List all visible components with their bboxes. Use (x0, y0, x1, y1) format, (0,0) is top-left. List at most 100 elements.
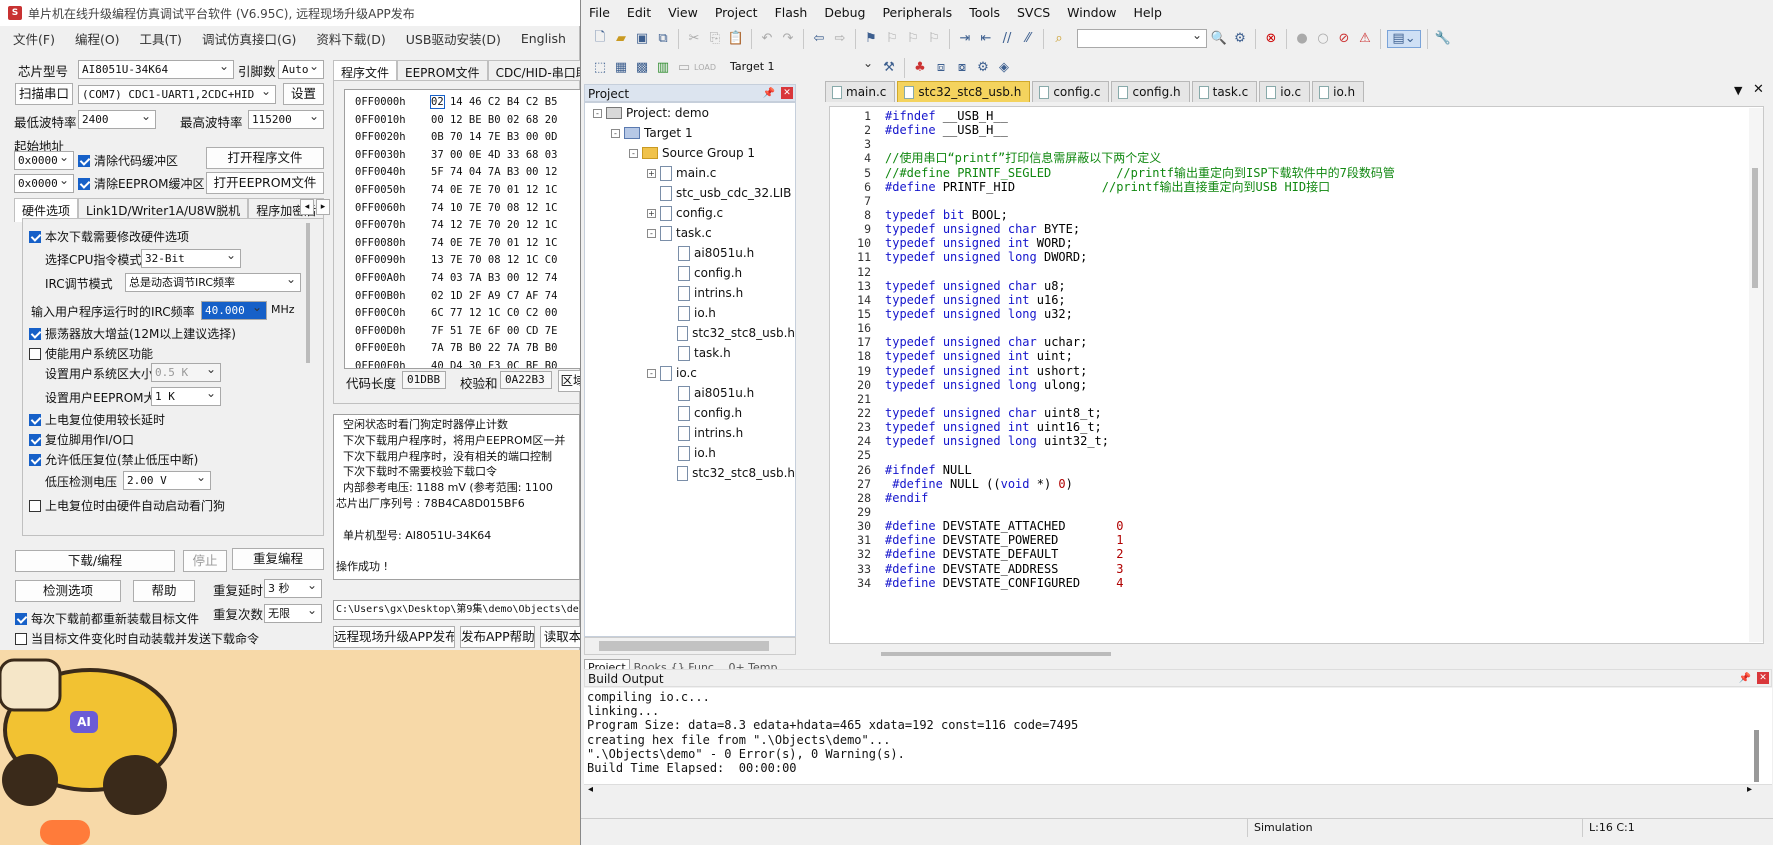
isp-menu-english[interactable]: English (508, 31, 573, 46)
scroll-right-icon[interactable]: ▸ (1747, 784, 1752, 795)
select-packs-icon[interactable]: ⧇ (953, 59, 971, 77)
editor-tab[interactable]: task.c (1191, 81, 1258, 102)
isp-menu-debug[interactable]: 调试仿真接口(G) (189, 29, 303, 48)
keil-menu-project[interactable]: Project (707, 5, 767, 20)
project-hscroll[interactable] (584, 637, 796, 655)
pin-icon[interactable]: 📌 (1739, 670, 1751, 688)
expand-icon[interactable]: + (647, 168, 656, 178)
stop-build-icon[interactable]: ▭ (675, 59, 693, 77)
eeprom-size-select[interactable]: 1 K (151, 387, 221, 406)
irc-mode-select[interactable]: 总是动态调节IRC频率 (125, 273, 301, 292)
collapse-icon[interactable]: - (647, 368, 656, 378)
isp-menu-tools[interactable]: 工具(T) (127, 29, 189, 48)
keil-menu-flash[interactable]: Flash (767, 5, 817, 20)
comment-icon[interactable]: // (998, 30, 1016, 48)
window-layout-icon[interactable]: ▤⌄ (1387, 29, 1421, 48)
isp-log-output[interactable]: 空闲状态时看门狗定时器停止计数 下次下载用户程序时，将用户EEPROM区一并 下… (333, 414, 580, 580)
disable-breakpoint-icon[interactable]: ○ (1314, 30, 1332, 48)
keil-menu-svcs[interactable]: SVCS (1009, 5, 1059, 20)
close-panel-icon[interactable]: ✕ (781, 87, 793, 99)
stop-button[interactable]: 停止 (183, 550, 227, 572)
configure-icon[interactable]: 🔧 (1434, 30, 1452, 48)
tree-node[interactable]: - Target 1 (585, 123, 795, 143)
repeat-count-select[interactable]: 无限 (264, 604, 322, 623)
tree-node[interactable]: intrins.h (585, 423, 795, 443)
uncomment-icon[interactable]: ⁄⁄ (1019, 30, 1037, 48)
max-baud-select[interactable]: 115200 (248, 110, 324, 129)
tree-node[interactable]: + main.c (585, 163, 795, 183)
collapse-icon[interactable]: - (611, 128, 620, 138)
find-icon[interactable]: 🔍 (1210, 30, 1228, 48)
tree-node[interactable]: stc32_stc8_usb.h (585, 463, 795, 483)
save-all-icon[interactable]: ⧉ (654, 30, 672, 48)
build-output-hscroll[interactable]: ◂ ▸ (584, 784, 1772, 798)
start-addr-input-2[interactable]: 0x0000 (14, 174, 74, 193)
long-reset-check[interactable]: 上电复位使用较长延时 (29, 411, 165, 428)
keil-menu-edit[interactable]: Edit (619, 5, 660, 20)
keil-menu-peripherals[interactable]: Peripherals (874, 5, 961, 20)
repeat-delay-select[interactable]: 3 秒 (264, 579, 322, 598)
modify-hw-check[interactable]: 本次下载需要修改硬件选项 (29, 228, 189, 245)
save-icon[interactable]: ▣ (633, 30, 651, 48)
rebuild-icon[interactable]: ▩ (633, 59, 651, 77)
project-tree[interactable]: - Project: demo - Target 1- Source Group 1 + m… (584, 102, 796, 637)
editor-tab[interactable]: main.c (825, 81, 896, 102)
min-baud-select[interactable]: 2400 (78, 110, 156, 129)
kill-breakpoints-icon[interactable]: ⚠ (1356, 30, 1374, 48)
keil-menu-file[interactable]: File (581, 5, 619, 20)
open-file-icon[interactable]: ▰ (612, 30, 630, 48)
editor-tab[interactable]: io.c (1259, 81, 1311, 102)
publish-app-button[interactable]: 远程现场升级APP发布 (333, 626, 455, 648)
keil-menu-debug[interactable]: Debug (816, 5, 874, 20)
bookmark-icon[interactable]: ⚑ (862, 30, 880, 48)
irc-freq-input[interactable]: 40.000 (201, 301, 267, 320)
clear-code-check[interactable]: 清除代码缓冲区 (78, 152, 178, 169)
find-in-files-icon[interactable]: ⌕ (1050, 30, 1068, 48)
expand-icon[interactable]: + (647, 208, 656, 218)
indent-icon[interactable]: ⇥ (956, 30, 974, 48)
lvd-select[interactable]: 2.00 V (123, 471, 211, 490)
reset-io-check[interactable]: 复位脚用作I/O口 (29, 431, 134, 448)
scroll-left-icon[interactable]: ◂ (588, 784, 593, 795)
incremental-find-icon[interactable]: ⚙ (1231, 30, 1249, 48)
tree-node[interactable]: ai8051u.h (585, 243, 795, 263)
scroll-thumb[interactable] (599, 641, 769, 651)
options-for-target-icon[interactable]: ⚒ (880, 59, 898, 77)
tree-node[interactable]: intrins.h (585, 283, 795, 303)
tree-node[interactable]: stc32_stc8_usb.h (585, 323, 795, 343)
tree-node[interactable]: - io.c (585, 363, 795, 383)
tab-list-icon[interactable]: ▼ (1734, 84, 1742, 97)
isp-menu-file[interactable]: 文件(F) (0, 29, 62, 48)
batch-build-icon[interactable]: ▥ (654, 59, 672, 77)
editor-tab[interactable]: config.h (1111, 81, 1190, 102)
manage-components-icon[interactable]: ♣ (911, 59, 929, 77)
keil-menu-tools[interactable]: Tools (961, 5, 1009, 20)
translate-icon[interactable]: ⬚ (591, 59, 609, 77)
port-select[interactable]: (COM7) CDC1-UART1,2CDC+HID (78, 85, 276, 104)
tree-node[interactable]: - task.c (585, 223, 795, 243)
open-eeprom-file-button[interactable]: 打开EEPROM文件 (206, 172, 324, 194)
tree-node[interactable]: io.h (585, 303, 795, 323)
hex-view[interactable]: 0FF0000h 02 14 46 C2 B4 C2 B5 0FF0010h 00 1… (344, 89, 581, 369)
check-options-button[interactable]: 检测选项 (15, 580, 121, 602)
help-button[interactable]: 帮助 (133, 580, 195, 602)
clear-bookmarks-icon[interactable]: ⚐ (925, 30, 943, 48)
reload-before-download-check[interactable]: 每次下载前都重新装载目标文件 (15, 610, 199, 627)
prev-bookmark-icon[interactable]: ⚐ (883, 30, 901, 48)
build-icon[interactable]: ▦ (612, 59, 630, 77)
auto-send-check[interactable]: 当目标文件变化时自动装载并发送下载命令 (15, 630, 259, 647)
clear-eeprom-check[interactable]: 清除EEPROM缓冲区 (78, 175, 205, 192)
tree-node[interactable]: ai8051u.h (585, 383, 795, 403)
open-program-file-button[interactable]: 打开程序文件 (206, 147, 324, 169)
options-scrollbar[interactable] (306, 223, 310, 363)
undo-icon[interactable]: ↶ (758, 30, 776, 48)
chip-select[interactable]: AI8051U-34K64 (78, 60, 234, 79)
tree-node[interactable]: - Source Group 1 (585, 143, 795, 163)
next-bookmark-icon[interactable]: ⚐ (904, 30, 922, 48)
scroll-thumb[interactable] (1752, 168, 1758, 288)
collapse-icon[interactable]: - (593, 108, 602, 118)
copy-icon[interactable]: ⎘ (706, 30, 724, 48)
keil-menu-window[interactable]: Window (1059, 5, 1125, 20)
editor-hscroll[interactable] (881, 652, 1111, 656)
read-button[interactable]: 读取本 (540, 626, 585, 648)
